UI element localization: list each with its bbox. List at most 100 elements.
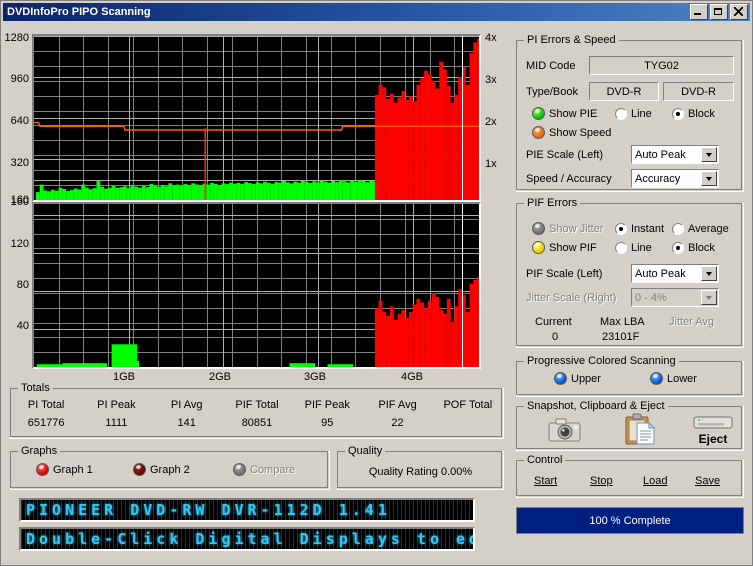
pif-scale-chevron-down-icon[interactable]: [701, 266, 717, 281]
graph1-led-icon: [36, 463, 49, 476]
show-pif-toggle[interactable]: Show PIF: [532, 241, 597, 254]
totals-header-pi-peak: PI Peak: [97, 399, 136, 411]
totals-header-pif-avg: PIF Avg: [378, 399, 417, 411]
show-speed-led-icon: [532, 126, 545, 139]
upper-led-icon: [554, 372, 567, 385]
totals-col-pif-peak: PIF Peak 95: [292, 399, 362, 429]
pif-instant-label: Instant: [631, 223, 665, 235]
type-book-label: Type/Book: [526, 86, 578, 98]
stop-button[interactable]: Stop: [590, 475, 613, 487]
quality-rating-text: Quality Rating 0.00%: [368, 466, 473, 478]
graph1-option[interactable]: Graph 1: [36, 463, 93, 476]
pif-block-radio[interactable]: Block: [672, 242, 715, 254]
pif-scale-label: PIF Scale (Left): [526, 268, 603, 280]
pie-scale-label: PIE Scale (Left): [526, 149, 604, 161]
progress-text: 100 % Complete: [589, 514, 671, 527]
quality-legend: Quality: [345, 445, 386, 457]
xtick-2gb: 2GB: [209, 371, 232, 383]
pie-scale-value: Auto Peak: [635, 148, 686, 161]
bot-chart-ytick-160: 160: [10, 196, 29, 208]
app-window: DVDInfoPro PIPO Scanning 1280 960 640 32…: [0, 0, 753, 566]
snapshot-button[interactable]: [547, 416, 583, 446]
show-pif-led-icon: [532, 241, 545, 254]
top-chart-ytick-1280: 1280: [4, 32, 29, 44]
pif-line-radio-icon: [615, 242, 627, 254]
pie-line-label: Line: [631, 108, 652, 120]
pif-line-radio[interactable]: Line: [615, 242, 652, 254]
top-chart-ytick-640: 640: [10, 115, 29, 127]
pie-line-radio-icon: [615, 108, 627, 120]
totals-col-pi-avg: PI Avg 141: [152, 399, 222, 429]
xtick-1gb: 1GB: [113, 371, 136, 383]
top-chart-ytick-320: 320: [10, 157, 29, 169]
pif-average-radio[interactable]: Average: [672, 223, 729, 235]
totals-value-pi-avg: 141: [177, 417, 196, 429]
mid-code-label: MID Code: [526, 60, 576, 72]
pie-scale-select[interactable]: Auto Peak: [631, 145, 719, 164]
xtick-4gb: 4GB: [401, 371, 424, 383]
minimize-button[interactable]: [690, 4, 708, 20]
quality-group: Quality Quality Rating 0.00%: [337, 445, 504, 490]
totals-value-pif-total: 80851: [241, 417, 273, 429]
lcd-display-hint[interactable]: Double-Click Digital Displays to edit: [19, 527, 475, 551]
graph2-option[interactable]: Graph 2: [133, 463, 190, 476]
show-speed-toggle[interactable]: Show Speed: [532, 126, 611, 139]
lower-label: Lower: [667, 372, 697, 385]
window-title: DVDInfoPro PIPO Scanning: [7, 6, 151, 18]
bot-chart-ytick-120: 120: [10, 238, 29, 250]
maximize-button[interactable]: [710, 4, 728, 20]
bot-chart-ytick-40: 40: [16, 320, 29, 332]
pif-line-label: Line: [631, 242, 652, 254]
jitter-scale-select: 0 - 4%: [631, 288, 719, 307]
totals-col-pi-peak: PI Peak 1111: [81, 399, 151, 429]
totals-legend: Totals: [18, 382, 53, 394]
totals-header-pi-avg: PI Avg: [170, 399, 203, 411]
lcd-display-drive[interactable]: PIONEER DVD-RW DVR-112D 1.41: [19, 498, 475, 522]
pie-line-radio[interactable]: Line: [615, 108, 652, 120]
progress-bar: 100 % Complete: [516, 507, 744, 534]
pif-instant-radio[interactable]: Instant: [615, 223, 664, 235]
show-pie-toggle[interactable]: Show PIE: [532, 107, 597, 120]
pi-errors-speed-chart[interactable]: [32, 34, 481, 202]
save-button[interactable]: Save: [695, 475, 720, 487]
close-button[interactable]: [730, 4, 748, 20]
pie-block-radio[interactable]: Block: [672, 108, 715, 120]
show-jitter-toggle: Show Jitter: [532, 222, 603, 235]
show-jitter-led-icon: [532, 222, 545, 235]
totals-col-pi-total: PI Total 651776: [11, 399, 81, 429]
pie-scale-chevron-down-icon[interactable]: [701, 147, 717, 162]
speed-ytick-4x: 4x: [485, 32, 497, 44]
graph2-led-icon: [133, 463, 146, 476]
totals-col-pof-total: POF Total: [433, 399, 503, 429]
totals-col-pif-total: PIF Total 80851: [222, 399, 292, 429]
start-button[interactable]: Start: [534, 475, 557, 487]
compare-led-icon: [233, 463, 246, 476]
totals-value-pi-peak: 1111: [105, 417, 128, 429]
pif-errors-chart[interactable]: [32, 202, 481, 369]
jitter-scale-label: Jitter Scale (Right): [526, 292, 617, 304]
graph1-label: Graph 1: [53, 463, 93, 476]
camera-icon: [548, 418, 581, 442]
lower-toggle[interactable]: Lower: [650, 372, 697, 385]
speed-accuracy-chevron-down-icon[interactable]: [701, 171, 717, 186]
compare-option: Compare: [233, 463, 295, 476]
upper-label: Upper: [571, 372, 601, 385]
eject-label: Eject: [698, 432, 728, 446]
show-pie-led-icon: [532, 107, 545, 120]
upper-toggle[interactable]: Upper: [554, 372, 601, 385]
pif-block-label: Block: [688, 242, 715, 254]
speed-accuracy-label: Speed / Accuracy: [526, 173, 612, 185]
speed-ytick-1x: 1x: [485, 158, 497, 170]
show-pie-label: Show PIE: [549, 107, 598, 120]
clipboard-button[interactable]: [624, 413, 656, 447]
speed-ytick-3x: 3x: [485, 74, 497, 86]
progressive-scanning-group: Progressive Colored Scanning Upper Lower: [516, 355, 744, 397]
pi-errors-speed-legend: PI Errors & Speed: [524, 34, 619, 46]
eject-button[interactable]: Eject: [689, 413, 737, 447]
pif-instant-radio-icon: [615, 223, 627, 235]
jitter-scale-chevron-down-icon: [701, 290, 717, 305]
load-button[interactable]: Load: [643, 475, 667, 487]
pif-scale-select[interactable]: Auto Peak: [631, 264, 719, 283]
speed-ytick-2x: 2x: [485, 116, 497, 128]
speed-accuracy-select[interactable]: Accuracy: [631, 169, 719, 188]
